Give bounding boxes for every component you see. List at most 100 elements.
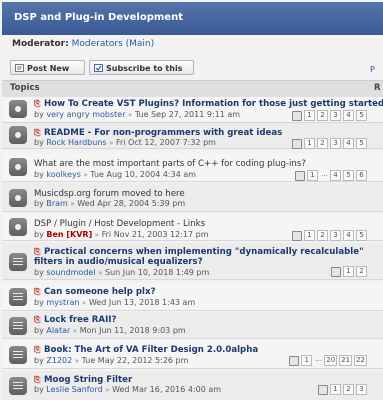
pages-icon xyxy=(292,231,302,241)
topic-read-icon xyxy=(9,189,27,207)
topics-header-replies: R xyxy=(374,83,381,93)
sticky-icon: ⎘ xyxy=(34,128,41,137)
page-link[interactable]: 4 xyxy=(343,138,354,149)
page-link[interactable]: 21 xyxy=(339,355,353,366)
moderator-link[interactable]: Moderators (Main) xyxy=(72,39,155,49)
post-new-topic-button[interactable]: Post New Topic xyxy=(10,60,85,88)
topic-row[interactable]: ⎘ How To Create VST Plugins? Information … xyxy=(2,97,383,123)
topic-date: Tue May 22, 2012 5:26 pm xyxy=(81,356,189,365)
page-link[interactable]: 2 xyxy=(317,138,328,149)
page-link[interactable]: 1 xyxy=(304,110,315,121)
topic-row[interactable]: Musicdsp.org forum moved to here by Bram… xyxy=(2,183,383,212)
topic-row[interactable]: DSP / Plugin / Host Development - Links … xyxy=(2,213,383,241)
page-link[interactable]: 5 xyxy=(356,230,367,241)
page-link[interactable]: 5 xyxy=(343,170,354,181)
topic-read-icon xyxy=(9,218,27,236)
topic-title[interactable]: Musicdsp.org forum moved to here xyxy=(34,189,185,199)
topic-author[interactable]: soundmodel xyxy=(46,268,95,277)
topic-author[interactable]: Rock Hardbuns xyxy=(46,138,106,147)
page-link[interactable]: 1 xyxy=(304,230,315,241)
page-link[interactable]: 3 xyxy=(330,230,341,241)
topic-title[interactable]: ⎘ Book: The Art of VA Filter Design 2.0.0… xyxy=(34,345,258,355)
page-link[interactable]: 22 xyxy=(354,355,367,366)
page-link[interactable]: 3 xyxy=(356,384,367,395)
topic-date: Wed Jun 13, 2018 1:43 am xyxy=(88,298,196,307)
topics-header-label: Topics xyxy=(10,83,40,93)
page-link[interactable]: 1 xyxy=(301,355,313,366)
topic-row[interactable]: ⎘ Book: The Art of VA Filter Design 2.0.0… xyxy=(2,341,383,369)
topic-byline: by Ben [KVR] » Fri Nov 21, 2003 12:17 pm xyxy=(34,230,209,239)
topic-type-icon: ⎘ xyxy=(34,287,41,296)
page-link[interactable]: 2 xyxy=(317,110,328,121)
topic-row[interactable]: ⎘ Practical concerns when implementing "d… xyxy=(2,243,383,280)
topic-title[interactable]: ⎘ README - For non-programmers with great… xyxy=(34,128,282,138)
topic-title[interactable]: ⎘ How To Create VST Plugins? Information … xyxy=(34,99,383,109)
page-link[interactable]: 1 xyxy=(307,170,318,181)
topic-date: Fri Oct 12, 2007 7:32 pm xyxy=(115,138,216,147)
new-topic-icon xyxy=(15,64,24,72)
topic-date: Sun Jun 10, 2018 1:49 pm xyxy=(104,268,210,277)
page-link[interactable]: 2 xyxy=(317,230,328,241)
page-link[interactable]: 1 xyxy=(330,384,341,395)
page-link[interactable]: 2 xyxy=(356,266,367,277)
pager-ellipsis: … xyxy=(321,170,328,178)
topic-author[interactable]: very angry mobster xyxy=(46,110,125,119)
subscribe-forum-button[interactable]: Subscribe to this forum xyxy=(89,60,194,88)
topic-row[interactable]: What are the most important parts of C++… xyxy=(2,153,383,182)
topic-row[interactable]: ⎘ README - For non-programmers with great… xyxy=(2,123,383,149)
topic-title[interactable]: ⎘ Moog String Filter xyxy=(34,375,132,385)
topics-header: Topics R xyxy=(2,80,383,98)
truncated-right-link[interactable]: P xyxy=(370,65,375,74)
topic-author[interactable]: Bram xyxy=(46,199,67,208)
topic-author[interactable]: Leslie Sanford xyxy=(46,385,102,394)
topic-title[interactable]: DSP / Plugin / Host Development - Links xyxy=(34,219,205,229)
topic-byline: by Alatar » Mon Jun 11, 2018 9:03 pm xyxy=(34,326,186,335)
forum-header: DSP and Plug-in Development xyxy=(2,2,383,35)
topic-type-icon: ⎘ xyxy=(34,375,41,384)
pages-icon xyxy=(331,267,341,277)
page-link[interactable]: 4 xyxy=(343,230,354,241)
page-link[interactable]: 4 xyxy=(343,110,354,121)
topic-author[interactable]: Z1202 xyxy=(46,356,72,365)
topic-date: Mon Jun 11, 2018 9:03 pm xyxy=(79,326,186,335)
topic-byline: by Leslie Sanford » Wed Mar 16, 2016 4:0… xyxy=(34,385,222,394)
pager-ellipsis: … xyxy=(315,355,323,363)
topic-author[interactable]: Alatar xyxy=(46,326,70,335)
topic-date: Tue Aug 10, 2004 4:34 am xyxy=(90,170,197,179)
topic-pager: 1… 20 21 22 xyxy=(289,355,367,366)
topic-pager: 12345 xyxy=(292,230,367,241)
topic-title[interactable]: ⎘ Can someone help plx? xyxy=(34,287,156,297)
moderator-line: Moderator: Moderators (Main) xyxy=(12,39,154,49)
page-link[interactable]: 5 xyxy=(356,138,367,149)
page-link[interactable]: 1 xyxy=(304,138,315,149)
page-link[interactable]: 1 xyxy=(343,266,354,277)
topic-author[interactable]: Ben [KVR] xyxy=(46,230,92,239)
page-link[interactable]: 6 xyxy=(356,170,367,181)
sticky-icon: ⎘ xyxy=(34,99,41,108)
topic-row[interactable]: ⎘ Can someone help plx? by mystran » Wed … xyxy=(2,283,383,311)
topic-author[interactable]: mystran xyxy=(46,298,79,307)
topic-row[interactable]: ⎘ Moog String Filter by Leslie Sanford » … xyxy=(2,371,383,400)
topic-byline: by very angry mobster » Tue Sep 27, 2011… xyxy=(34,110,241,119)
topic-date: Wed Apr 28, 2004 5:39 pm xyxy=(77,199,186,208)
page-link[interactable]: 4 xyxy=(330,170,341,181)
forum-title[interactable]: DSP and Plug-in Development xyxy=(14,12,183,23)
topic-byline: by Bram » Wed Apr 28, 2004 5:39 pm xyxy=(34,199,186,208)
page-link[interactable]: 20 xyxy=(324,355,338,366)
topic-title[interactable]: ⎘ Practical concerns when implementing "d… xyxy=(34,247,364,257)
page-link[interactable]: 3 xyxy=(330,110,341,121)
topic-author[interactable]: koolkeys xyxy=(46,170,81,179)
page-link[interactable]: 5 xyxy=(356,110,367,121)
topic-type-icon: ⎘ xyxy=(34,247,41,256)
page-link[interactable]: 2 xyxy=(343,384,354,395)
pages-icon xyxy=(295,171,305,181)
topic-title[interactable]: What are the most important parts of C++… xyxy=(34,159,306,169)
pages-icon xyxy=(318,385,328,395)
topic-title-continued[interactable]: filters in audio/musical equalizers? xyxy=(34,257,203,267)
topic-read-icon xyxy=(9,158,27,176)
topic-title[interactable]: ⎘ Lock free RAII? xyxy=(34,315,116,325)
topic-row[interactable]: ⎘ Lock free RAII? by Alatar » Mon Jun 11,… xyxy=(2,312,383,339)
page-link[interactable]: 3 xyxy=(330,138,341,149)
topic-type-icon: ⎘ xyxy=(34,315,41,324)
topic-unread-icon xyxy=(9,377,27,395)
